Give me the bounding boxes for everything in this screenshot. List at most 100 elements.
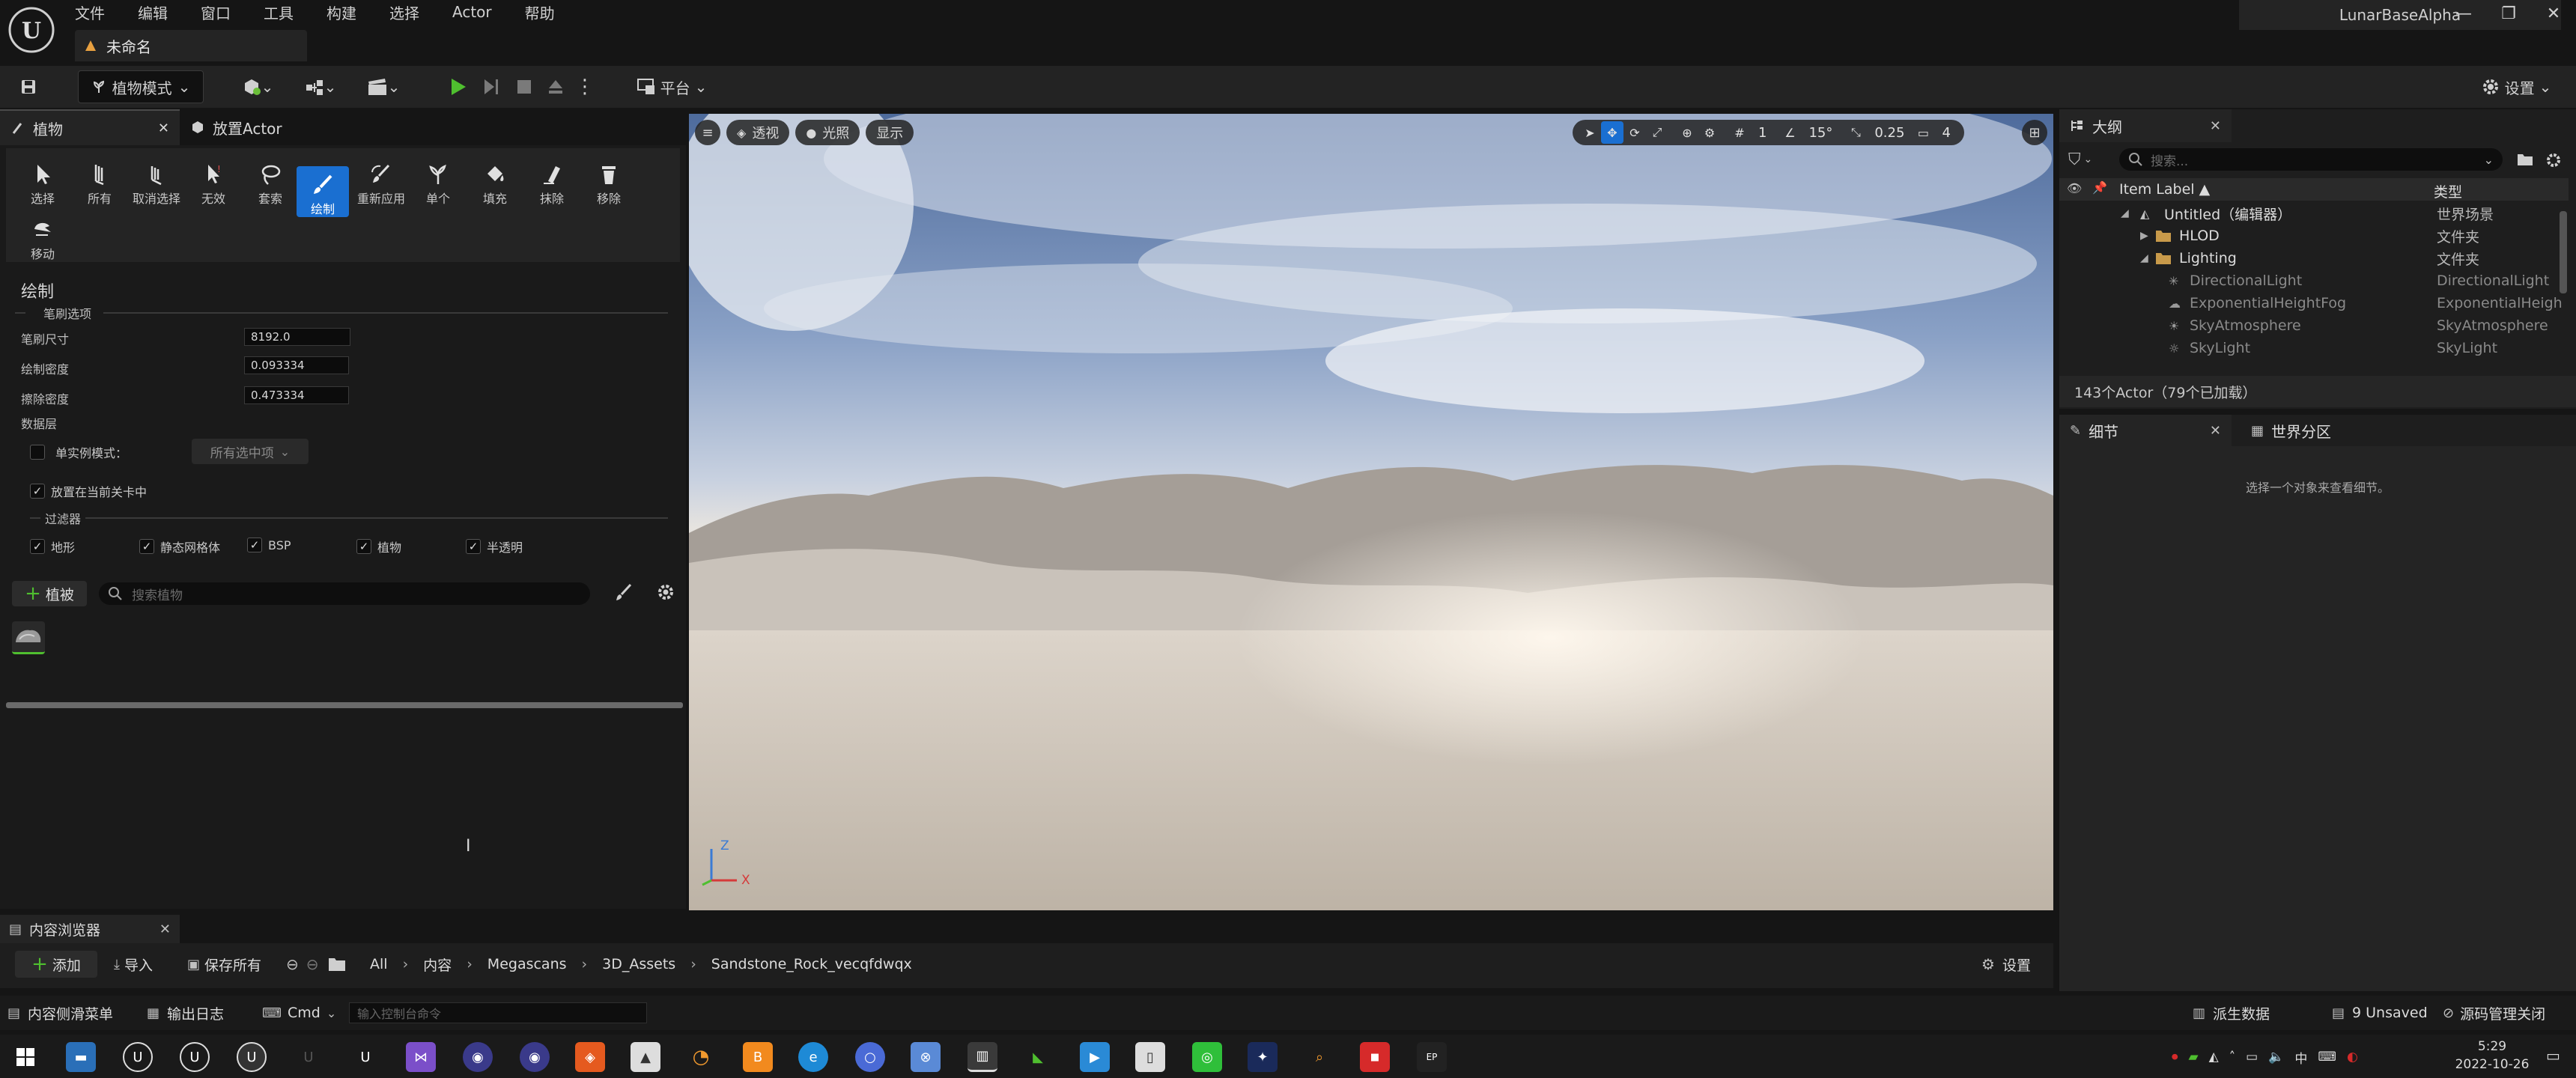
unreal-app-icon[interactable]: U (294, 1042, 323, 1072)
cinematics-button[interactable]: ⌄ (359, 70, 407, 103)
bandicam-icon[interactable]: B (743, 1042, 773, 1072)
tool-select-all[interactable]: 所有 (73, 156, 126, 207)
tray-app-icon[interactable]: ◭ (2209, 1050, 2219, 1065)
filter-translucent-checkbox[interactable]: ✓ (466, 539, 481, 554)
perspective-button[interactable]: ◈ 透视 (726, 120, 790, 145)
red-app-icon[interactable]: ■ (1360, 1042, 1390, 1072)
clock[interactable]: 5:29 2022-10-26 (2447, 1039, 2537, 1072)
surface-snap-icon[interactable]: ⚙ (1698, 121, 1721, 144)
unreal-app-icon[interactable]: U (180, 1042, 210, 1072)
green-app-icon[interactable]: ◣ (1023, 1042, 1053, 1072)
filter-landscape-checkbox[interactable]: ✓ (30, 539, 45, 554)
output-log-button[interactable]: ▦ 输出日志 (147, 1002, 224, 1024)
level-tab[interactable]: 未命名 (75, 30, 307, 61)
search-tool-icon[interactable]: ⌕ (1304, 1042, 1334, 1072)
foliage-search[interactable]: 搜索植物 (99, 582, 590, 605)
play-options-icon[interactable]: ⋮ (574, 70, 596, 103)
close-icon[interactable]: ✕ (2531, 4, 2576, 23)
translate-mode-icon[interactable]: ✥ (1601, 121, 1623, 144)
tool-fill[interactable]: 填充 (469, 156, 521, 207)
paint-density-field[interactable]: 0.093334 (244, 356, 349, 374)
windows-start-icon[interactable] (10, 1042, 40, 1072)
brush-size-field[interactable]: 8192.0 (244, 328, 350, 346)
rotation-snap-value[interactable]: 15° (1808, 125, 1832, 141)
unreal-logo-icon[interactable]: U (7, 6, 55, 54)
tool-paint[interactable]: 绘制 (297, 166, 349, 217)
content-browser-settings[interactable]: ⚙ 设置 (1981, 951, 2031, 978)
outliner-row-hlod[interactable]: ▶ HLOD 文件夹 (2059, 225, 2554, 247)
column-item-label[interactable]: Item Label ▲ (2119, 181, 2210, 198)
add-foliage-button[interactable]: + 植被 (12, 581, 87, 606)
menu-actor[interactable]: Actor (452, 3, 492, 21)
filter-foliage[interactable]: ✓ 植物 (356, 538, 401, 555)
cmd-dropdown[interactable]: ⌨ Cmd ⌄ (262, 1002, 336, 1024)
camera-speed-icon[interactable]: ▭ (1912, 121, 1934, 144)
blueprint-button[interactable]: ⌄ (297, 70, 344, 103)
tool-move[interactable]: 移动 (16, 211, 69, 262)
close-tab-icon[interactable]: ✕ (160, 922, 171, 937)
tab-foliage[interactable]: 植物 ✕ (0, 109, 180, 145)
breadcrumb-all[interactable]: All (370, 956, 388, 972)
close-tab-icon[interactable]: ✕ (158, 121, 169, 136)
collapse-arrow-icon[interactable]: ◢ (2140, 252, 2148, 264)
tool-erase[interactable]: 抹除 (526, 156, 578, 207)
outliner-filter-button[interactable]: ⛉ ⌄ (2068, 148, 2106, 171)
outliner-search[interactable]: 搜索... ⌄ (2119, 148, 2503, 171)
scale-snap-icon[interactable]: ⤡ (1844, 121, 1867, 144)
platform-button[interactable]: 平台 ⌄ (631, 70, 713, 103)
menu-window[interactable]: 窗口 (201, 1, 231, 23)
scale-snap-value[interactable]: 0.25 (1874, 125, 1904, 141)
menu-select[interactable]: 选择 (389, 1, 419, 23)
outliner-row-world[interactable]: ◢ ◭ Untitled（编辑器） 世界场景 (2059, 202, 2554, 225)
tab-world-partition[interactable]: ▦ 世界分区 (2242, 415, 2392, 446)
unreal-editor-active-icon[interactable]: U (237, 1042, 267, 1072)
houdini-icon[interactable]: ◈ (575, 1042, 605, 1072)
edge-browser-icon[interactable]: e (798, 1042, 828, 1072)
menu-edit[interactable]: 编辑 (138, 1, 168, 23)
foliage-tool-app-icon[interactable]: ▥ (967, 1042, 997, 1072)
unreal-app-icon[interactable]: U (123, 1042, 153, 1072)
menu-file[interactable]: 文件 (75, 1, 105, 23)
record-icon[interactable]: ⏺ (2172, 1050, 2178, 1065)
panel-splitter[interactable] (6, 702, 683, 708)
network-app-icon[interactable]: ⊗ (911, 1042, 941, 1072)
stop-button[interactable] (509, 70, 539, 103)
volume-icon[interactable]: 🔈 (2268, 1050, 2284, 1065)
select-mode-icon[interactable]: ➤ (1579, 121, 1601, 144)
image-app-icon[interactable]: ▲ (631, 1042, 660, 1072)
blue-app-icon[interactable]: ▶ (1080, 1042, 1110, 1072)
tool-invalid[interactable]: ! 无效 (187, 156, 240, 207)
outliner-settings-icon[interactable] (2545, 151, 2563, 169)
breadcrumb-3d-assets[interactable]: 3D_Assets (602, 956, 675, 972)
blender-icon[interactable]: ◔ (686, 1042, 716, 1072)
viewport-layout-icon[interactable]: ⊞ (2022, 120, 2047, 145)
outliner-row-sky-light[interactable]: ☼ SkyLight SkyLight (2059, 337, 2554, 359)
show-button[interactable]: 显示 (866, 120, 914, 145)
camera-speed-value[interactable]: 4 (1942, 125, 1950, 141)
tab-content-browser[interactable]: ▤ 内容浏览器 ✕ (0, 915, 180, 943)
tray-expand-icon[interactable]: ˄ (2229, 1050, 2236, 1065)
document-app-icon[interactable]: ▯ (1135, 1042, 1165, 1072)
unsaved-button[interactable]: ▤ 9 Unsaved (2332, 1002, 2428, 1024)
keyboard-icon[interactable]: ⌨ (2318, 1050, 2336, 1065)
add-content-button[interactable]: ⌄ (234, 70, 282, 103)
grid-snap-value[interactable]: 1 (1758, 125, 1767, 141)
save-all-button[interactable]: ▣ 保存所有 (187, 951, 261, 978)
tool-remove[interactable]: 移除 (583, 156, 635, 207)
derived-data-button[interactable]: ▥ 派生数据 (2193, 1002, 2270, 1024)
lighting-button[interactable]: ● 光照 (795, 120, 860, 145)
epic-games-icon[interactable]: EP (1417, 1042, 1447, 1072)
network-icon[interactable]: ▭ (2246, 1050, 2258, 1065)
tool-select[interactable]: 选择 (16, 156, 69, 207)
source-control-button[interactable]: ⊘ 源码管理关闭 (2443, 1002, 2545, 1024)
single-instance-checkbox[interactable] (30, 445, 45, 460)
breadcrumb-content[interactable]: 内容 (423, 954, 452, 975)
single-instance-dropdown[interactable]: 所有选中项 ⌄ (192, 439, 309, 464)
content-drawer-button[interactable]: ▤ 内容侧滑菜单 (7, 1002, 113, 1024)
close-tab-icon[interactable]: ✕ (2210, 118, 2221, 134)
obs-icon[interactable]: ◉ (463, 1042, 493, 1072)
rotation-snap-icon[interactable]: ∠ (1778, 121, 1801, 144)
filter-translucent[interactable]: ✓ 半透明 (466, 538, 523, 555)
foliage-thumbnail-sandstone-rock[interactable] (12, 621, 45, 654)
chat-app-icon[interactable]: ○ (855, 1042, 885, 1072)
